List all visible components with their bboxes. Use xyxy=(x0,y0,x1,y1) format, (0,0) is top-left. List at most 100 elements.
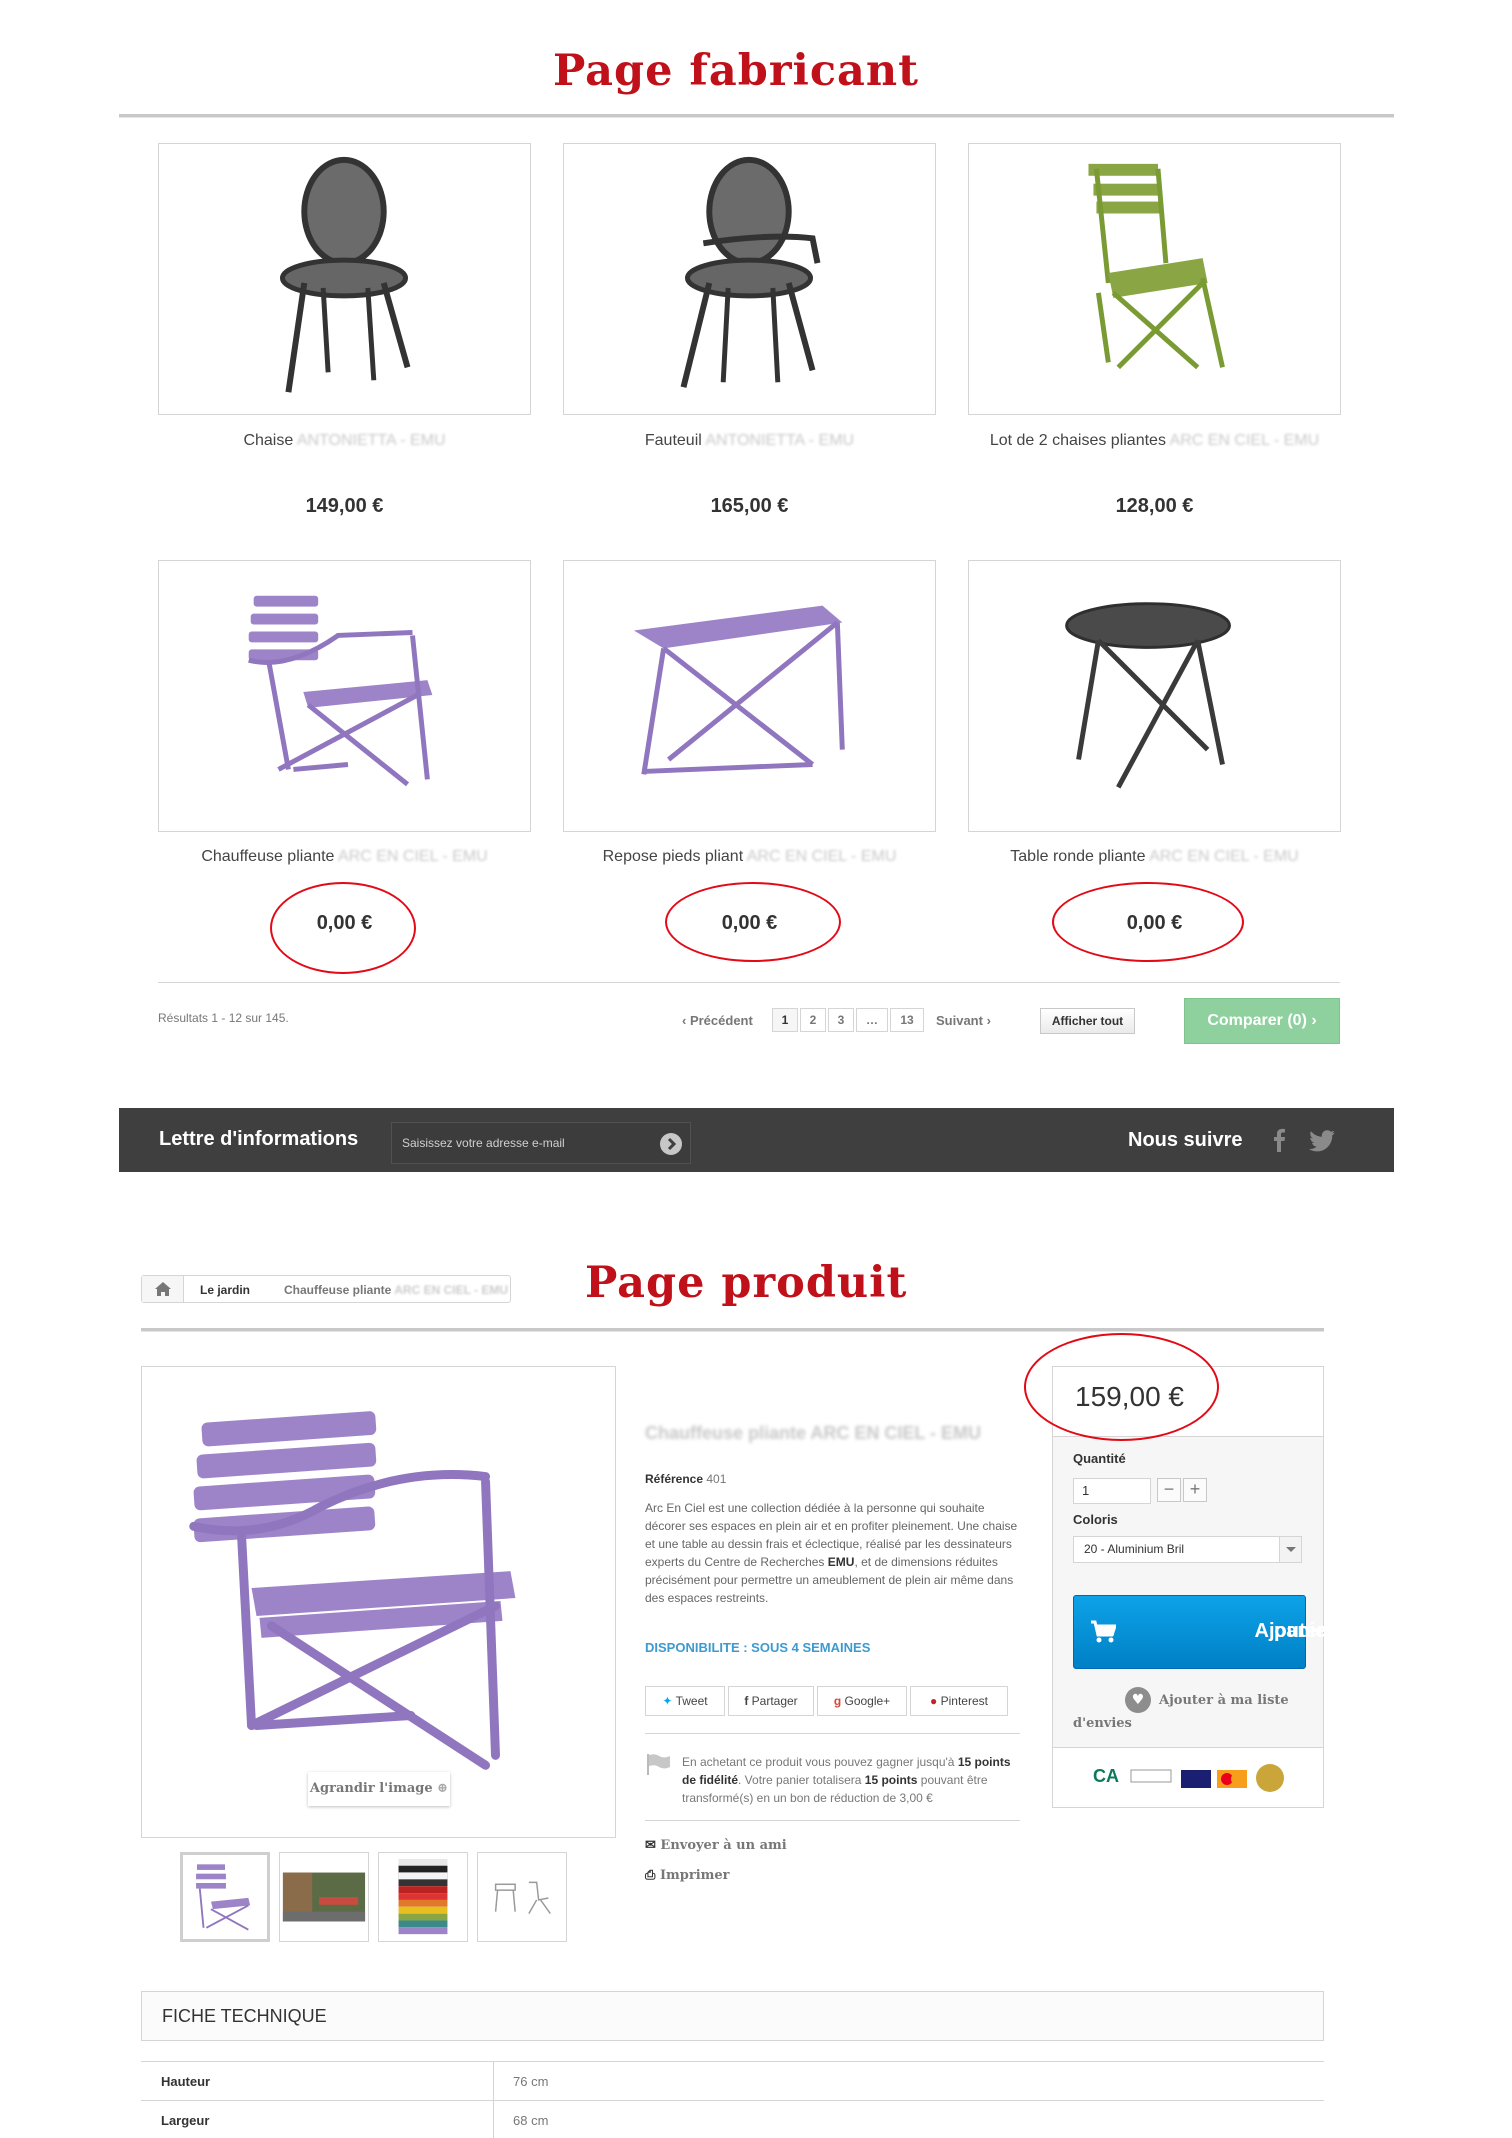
quantity-increase-button[interactable]: + xyxy=(1183,1478,1207,1502)
print-link[interactable]: ⎙ Imprimer xyxy=(645,1868,730,1883)
twitter-icon[interactable] xyxy=(1309,1130,1335,1152)
highlight-circle xyxy=(1024,1333,1219,1441)
thumbnail-lifestyle[interactable] xyxy=(279,1852,369,1942)
divider xyxy=(645,1820,1020,1821)
home-icon[interactable] xyxy=(142,1276,184,1302)
add-to-cart-button[interactable]: Ajouter au panier xyxy=(1073,1595,1353,1669)
loyalty-info: En achetant ce produit vous pouvez gagne… xyxy=(682,1755,1011,1805)
color-select-value: 20 - Aluminium Bril xyxy=(1084,1542,1185,1556)
product-title: Chauffeuse pliante ARC EN CIEL - EMU xyxy=(645,1423,982,1443)
thumbnail-line-drawing[interactable] xyxy=(477,1852,567,1942)
product-image-fauteuil[interactable] xyxy=(563,143,936,415)
loyalty-flag-icon xyxy=(645,1753,671,1775)
thumbnail-chair[interactable] xyxy=(180,1852,270,1942)
tweet-button[interactable]: ✦ Tweet xyxy=(645,1686,725,1716)
google-plus-icon: g xyxy=(833,1694,845,1708)
highlight-circle xyxy=(665,882,841,962)
pagination-page[interactable]: 1 xyxy=(772,1008,798,1032)
enlarge-image-button[interactable]: Agrandir l'image ⊕ xyxy=(308,1772,450,1806)
product-name[interactable]: Repose pieds pliant ARC EN CIEL - EMU xyxy=(563,848,936,866)
product-name[interactable]: Lot de 2 chaises pliantes ARC EN CIEL - … xyxy=(968,432,1341,450)
facebook-icon[interactable] xyxy=(1272,1128,1286,1152)
pinterest-icon: ● xyxy=(930,1694,941,1708)
send-to-friend-link[interactable]: ✉ Envoyer à un ami xyxy=(645,1838,787,1853)
facebook-share-button[interactable]: f Partager xyxy=(728,1686,814,1716)
product-price: 149,00 € xyxy=(305,495,384,517)
section-divider xyxy=(119,114,1394,118)
highlight-circle xyxy=(270,882,416,974)
zoom-icon: ⊕ xyxy=(437,1781,449,1796)
spec-value: 76 cm xyxy=(513,2074,549,2089)
product-price: 165,00 € xyxy=(710,495,789,517)
compare-button[interactable]: Comparer (0) › xyxy=(1184,998,1340,1044)
product-price: 128,00 € xyxy=(1115,495,1194,517)
pagination-next[interactable]: Suivant › xyxy=(936,1013,991,1028)
spec-row: Hauteur 76 cm xyxy=(141,2061,1324,2102)
heart-icon: ♥ xyxy=(1125,1687,1151,1713)
facebook-icon: f xyxy=(744,1694,752,1708)
chevron-right-icon: › xyxy=(982,1013,991,1028)
availability-status: DISPONIBILITE : SOUS 4 SEMAINES xyxy=(645,1640,871,1655)
spec-key: Hauteur xyxy=(161,2074,211,2089)
color-select[interactable]: 20 - Aluminium Bril xyxy=(1073,1536,1302,1563)
printer-icon: ⎙ xyxy=(645,1868,660,1883)
follow-us-label: Nous suivre xyxy=(1128,1129,1243,1151)
cart-icon xyxy=(1090,1620,1118,1644)
product-name[interactable]: Chaise ANTONIETTA - EMU xyxy=(158,432,531,450)
spec-divider xyxy=(493,2101,494,2138)
pagination-divider xyxy=(158,982,1340,983)
results-count: Résultats 1 - 12 sur 145. xyxy=(158,1011,289,1025)
product-image-table-ronde[interactable] xyxy=(968,560,1341,832)
section-title-manufacturer: Page fabricant xyxy=(553,46,920,96)
pagination-previous[interactable]: ‹ Précédent xyxy=(682,1013,753,1028)
svg-text:CA: CA xyxy=(1093,1766,1119,1786)
newsletter-email-input[interactable]: Saisissez votre adresse e-mail xyxy=(391,1122,691,1164)
product-image-chaise[interactable] xyxy=(158,143,531,415)
pagination-page[interactable]: 3 xyxy=(828,1008,854,1032)
product-description: Arc En Ciel est une collection dédiée à … xyxy=(645,1501,1018,1605)
spec-value: 68 cm xyxy=(513,2113,549,2128)
spec-key: Largeur xyxy=(161,2113,210,2128)
product-image-chauffeuse[interactable] xyxy=(158,560,531,832)
quantity-input[interactable]: 1 xyxy=(1073,1478,1151,1504)
chevron-left-icon: ‹ xyxy=(682,1013,690,1028)
product-image-lot-chaises[interactable] xyxy=(968,143,1341,415)
tech-sheet-header: FICHE TECHNIQUE xyxy=(141,1991,1324,2041)
chevron-down-icon xyxy=(1279,1537,1301,1562)
breadcrumb-item: Chauffeuse pliante ARC EN CIEL - EMU xyxy=(284,1283,509,1297)
product-name[interactable]: Fauteuil ANTONIETTA - EMU xyxy=(563,432,936,450)
thumbnail-color-swatches[interactable] xyxy=(378,1852,468,1942)
wishlist-link[interactable]: ♥ Ajouter à ma liste d'envies xyxy=(1073,1687,1308,1735)
breadcrumb: Le jardin Chauffeuse pliante ARC EN CIEL… xyxy=(141,1275,511,1303)
product-reference: Référence 401 xyxy=(645,1472,727,1486)
newsletter-bar: Lettre d'informations Saisissez votre ad… xyxy=(119,1108,1394,1172)
color-label: Coloris xyxy=(1073,1512,1118,1527)
google-plus-button[interactable]: g Google+ xyxy=(817,1686,907,1716)
divider xyxy=(645,1733,1020,1734)
highlight-circle xyxy=(1052,882,1244,962)
pinterest-button[interactable]: ● Pinterest xyxy=(910,1686,1008,1716)
product-name[interactable]: Chauffeuse pliante ARC EN CIEL - EMU xyxy=(158,848,531,866)
payment-logos: CA xyxy=(1053,1747,1323,1807)
spec-divider xyxy=(493,2062,494,2102)
envelope-icon: ✉ xyxy=(645,1838,661,1853)
show-all-button[interactable]: Afficher tout xyxy=(1040,1008,1135,1034)
section-divider xyxy=(141,1328,1324,1332)
newsletter-placeholder: Saisissez votre adresse e-mail xyxy=(402,1136,565,1150)
pagination-page[interactable]: 2 xyxy=(800,1008,826,1032)
newsletter-title: Lettre d'informations xyxy=(159,1128,359,1150)
product-name[interactable]: Table ronde pliante ARC EN CIEL - EMU xyxy=(968,848,1341,866)
section-title-product: Page produit xyxy=(585,1258,908,1308)
chevron-right-icon: › xyxy=(1306,1012,1317,1029)
breadcrumb-item[interactable]: Le jardin xyxy=(200,1283,250,1297)
credit-agricole-logo: CA xyxy=(1093,1766,1119,1786)
quantity-label: Quantité xyxy=(1073,1451,1126,1466)
product-image-repose-pieds[interactable] xyxy=(563,560,936,832)
spec-row: Largeur 68 cm xyxy=(141,2101,1324,2138)
pagination-ellipsis: … xyxy=(856,1008,888,1032)
product-main-image[interactable] xyxy=(141,1366,616,1838)
submit-arrow-icon[interactable] xyxy=(660,1133,682,1155)
quantity-decrease-button[interactable]: − xyxy=(1157,1478,1181,1502)
twitter-icon: ✦ xyxy=(662,1694,676,1708)
pagination-page[interactable]: 13 xyxy=(890,1008,924,1032)
